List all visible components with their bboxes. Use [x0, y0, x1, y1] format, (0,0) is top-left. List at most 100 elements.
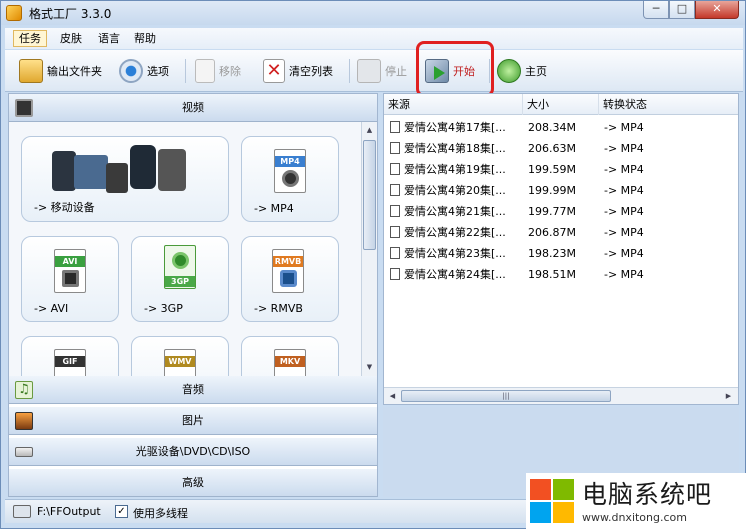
tile-mobile-devices[interactable]: -> 移动设备 — [21, 136, 229, 222]
disc-drive-icon — [15, 447, 33, 457]
multithread-label: 使用多线程 — [133, 507, 188, 520]
remove-button[interactable]: 移除 — [195, 57, 241, 85]
cell-size: 199.59M — [528, 163, 576, 176]
file-icon — [390, 268, 400, 280]
3gp-tag: 3GP — [165, 276, 195, 287]
cell-source: 爱情公寓4第18集[... — [390, 138, 523, 159]
title-bar: 格式工厂 3.3.0 — [1, 1, 745, 25]
output-folder-button[interactable]: 输出文件夹 — [19, 57, 102, 85]
output-path[interactable]: F:\FFOutput — [37, 505, 101, 518]
window-title: 格式工厂 3.3.0 — [29, 7, 112, 21]
file-icon — [390, 142, 400, 154]
scroll-left-arrow-icon[interactable]: ◀ — [386, 389, 399, 403]
tile-rmvb[interactable]: RMVB -> RMVB — [241, 236, 339, 322]
format-panel: 视频 -> 移动设备 MP4 -> MP4 AVI -> AVI 3GP -> … — [8, 93, 378, 497]
minimize-button[interactable]: ─ — [643, 1, 669, 19]
menu-language[interactable]: 语言 — [93, 30, 125, 47]
tile-3gp[interactable]: 3GP -> 3GP — [131, 236, 229, 322]
source-name: 爱情公寓4第20集[... — [404, 184, 506, 197]
menu-skin[interactable]: 皮肤 — [55, 30, 87, 47]
cell-status: -> MP4 — [604, 226, 644, 239]
section-audio-label: 音频 — [182, 383, 204, 396]
table-row[interactable]: 爱情公寓4第22集[... 206.87M -> MP4 — [384, 222, 738, 243]
cell-size: 199.99M — [528, 184, 576, 197]
stop-button[interactable]: 停止 — [357, 57, 407, 85]
tile-avi-label: -> AVI — [34, 302, 69, 315]
tile-avi[interactable]: AVI -> AVI — [21, 236, 119, 322]
options-button[interactable]: 选项 — [119, 57, 169, 85]
file-icon — [390, 205, 400, 217]
file-icon — [390, 226, 400, 238]
close-button[interactable]: ✕ — [695, 1, 739, 19]
table-row[interactable]: 爱情公寓4第23集[... 198.23M -> MP4 — [384, 243, 738, 264]
document-icon — [195, 59, 215, 83]
table-row[interactable]: 爱情公寓4第17集[... 208.34M -> MP4 — [384, 117, 738, 138]
scroll-right-arrow-icon[interactable]: ▶ — [722, 389, 735, 403]
source-name: 爱情公寓4第23集[... — [404, 247, 506, 260]
tile-mkv[interactable]: MKV — [241, 336, 339, 376]
home-button[interactable]: 主页 — [497, 57, 547, 85]
scroll-up-arrow-icon[interactable]: ▲ — [363, 123, 376, 137]
section-video[interactable]: 视频 — [9, 94, 377, 122]
multithread-checkbox[interactable]: ✓ — [115, 505, 128, 518]
cell-size: 198.51M — [528, 268, 576, 281]
section-video-label: 视频 — [182, 101, 204, 114]
hscroll-thumb[interactable]: ||| — [401, 390, 611, 402]
maximize-button[interactable]: □ — [669, 1, 695, 19]
cell-size: 206.63M — [528, 142, 576, 155]
cell-size: 198.23M — [528, 247, 576, 260]
rmvb-file-icon: RMVB — [272, 249, 304, 293]
windows-logo-icon — [530, 479, 574, 523]
mp4-tag: MP4 — [275, 156, 305, 167]
file-icon — [390, 184, 400, 196]
clear-icon: ✕ — [263, 59, 285, 83]
cell-source: 爱情公寓4第22集[... — [390, 222, 523, 243]
gear-icon — [119, 59, 143, 83]
cell-size: 208.34M — [528, 121, 576, 134]
scroll-down-arrow-icon[interactable]: ▼ — [363, 360, 376, 374]
column-source[interactable]: 来源 — [384, 94, 523, 115]
section-audio[interactable]: ♫ 音频 — [9, 376, 377, 404]
rmvb-tag: RMVB — [273, 256, 303, 267]
music-note-icon: ♫ — [15, 381, 33, 399]
menu-task[interactable]: 任务 — [13, 30, 47, 47]
mkv-file-icon: MKV — [274, 349, 306, 376]
file-icon — [390, 247, 400, 259]
video-format-grid: -> 移动设备 MP4 -> MP4 AVI -> AVI 3GP -> 3GP… — [9, 122, 361, 376]
menu-help[interactable]: 帮助 — [129, 30, 161, 47]
table-row[interactable]: 爱情公寓4第21集[... 199.77M -> MP4 — [384, 201, 738, 222]
section-rom[interactable]: 光驱设备\DVD\CD\ISO — [9, 438, 377, 466]
source-name: 爱情公寓4第17集[... — [404, 121, 506, 134]
scroll-thumb[interactable] — [363, 140, 376, 250]
stop-label: 停止 — [385, 65, 407, 78]
menu-bar: 任务 皮肤 语言 帮助 — [5, 28, 743, 49]
watermark-url: www.dnxitong.com — [582, 511, 687, 524]
wmv-tag: WMV — [165, 356, 195, 367]
film-icon — [15, 99, 33, 117]
format-panel-scrollbar[interactable]: ▲ ▼ — [361, 122, 377, 376]
table-row[interactable]: 爱情公寓4第24集[... 198.51M -> MP4 — [384, 264, 738, 285]
home-label: 主页 — [525, 65, 547, 78]
column-size[interactable]: 大小 — [523, 94, 599, 115]
cell-status: -> MP4 — [604, 184, 644, 197]
section-picture[interactable]: 图片 — [9, 407, 377, 435]
table-row[interactable]: 爱情公寓4第20集[... 199.99M -> MP4 — [384, 180, 738, 201]
section-advanced[interactable]: 高级 — [9, 469, 377, 497]
cell-status: -> MP4 — [604, 142, 644, 155]
tile-mp4[interactable]: MP4 -> MP4 — [241, 136, 339, 222]
tile-wmv[interactable]: WMV — [131, 336, 229, 376]
clear-list-button[interactable]: ✕ 清空列表 — [263, 57, 333, 85]
options-label: 选项 — [147, 65, 169, 78]
watermark-text: 电脑系统吧 — [582, 480, 713, 509]
task-list-hscrollbar[interactable]: ◀ ||| ▶ — [384, 387, 738, 404]
tile-3gp-label: -> 3GP — [144, 302, 183, 315]
table-row[interactable]: 爱情公寓4第18集[... 206.63M -> MP4 — [384, 138, 738, 159]
source-name: 爱情公寓4第19集[... — [404, 163, 506, 176]
cell-source: 爱情公寓4第24集[... — [390, 264, 523, 285]
toolbar: 输出文件夹 选项 移除 ✕ 清空列表 停止 开始 主页 — [5, 50, 743, 92]
table-row[interactable]: 爱情公寓4第19集[... 199.59M -> MP4 — [384, 159, 738, 180]
column-status[interactable]: 转换状态 — [599, 94, 738, 115]
cell-status: -> MP4 — [604, 121, 644, 134]
tile-gif[interactable]: GIF — [21, 336, 119, 376]
wmv-file-icon: WMV — [164, 349, 196, 376]
